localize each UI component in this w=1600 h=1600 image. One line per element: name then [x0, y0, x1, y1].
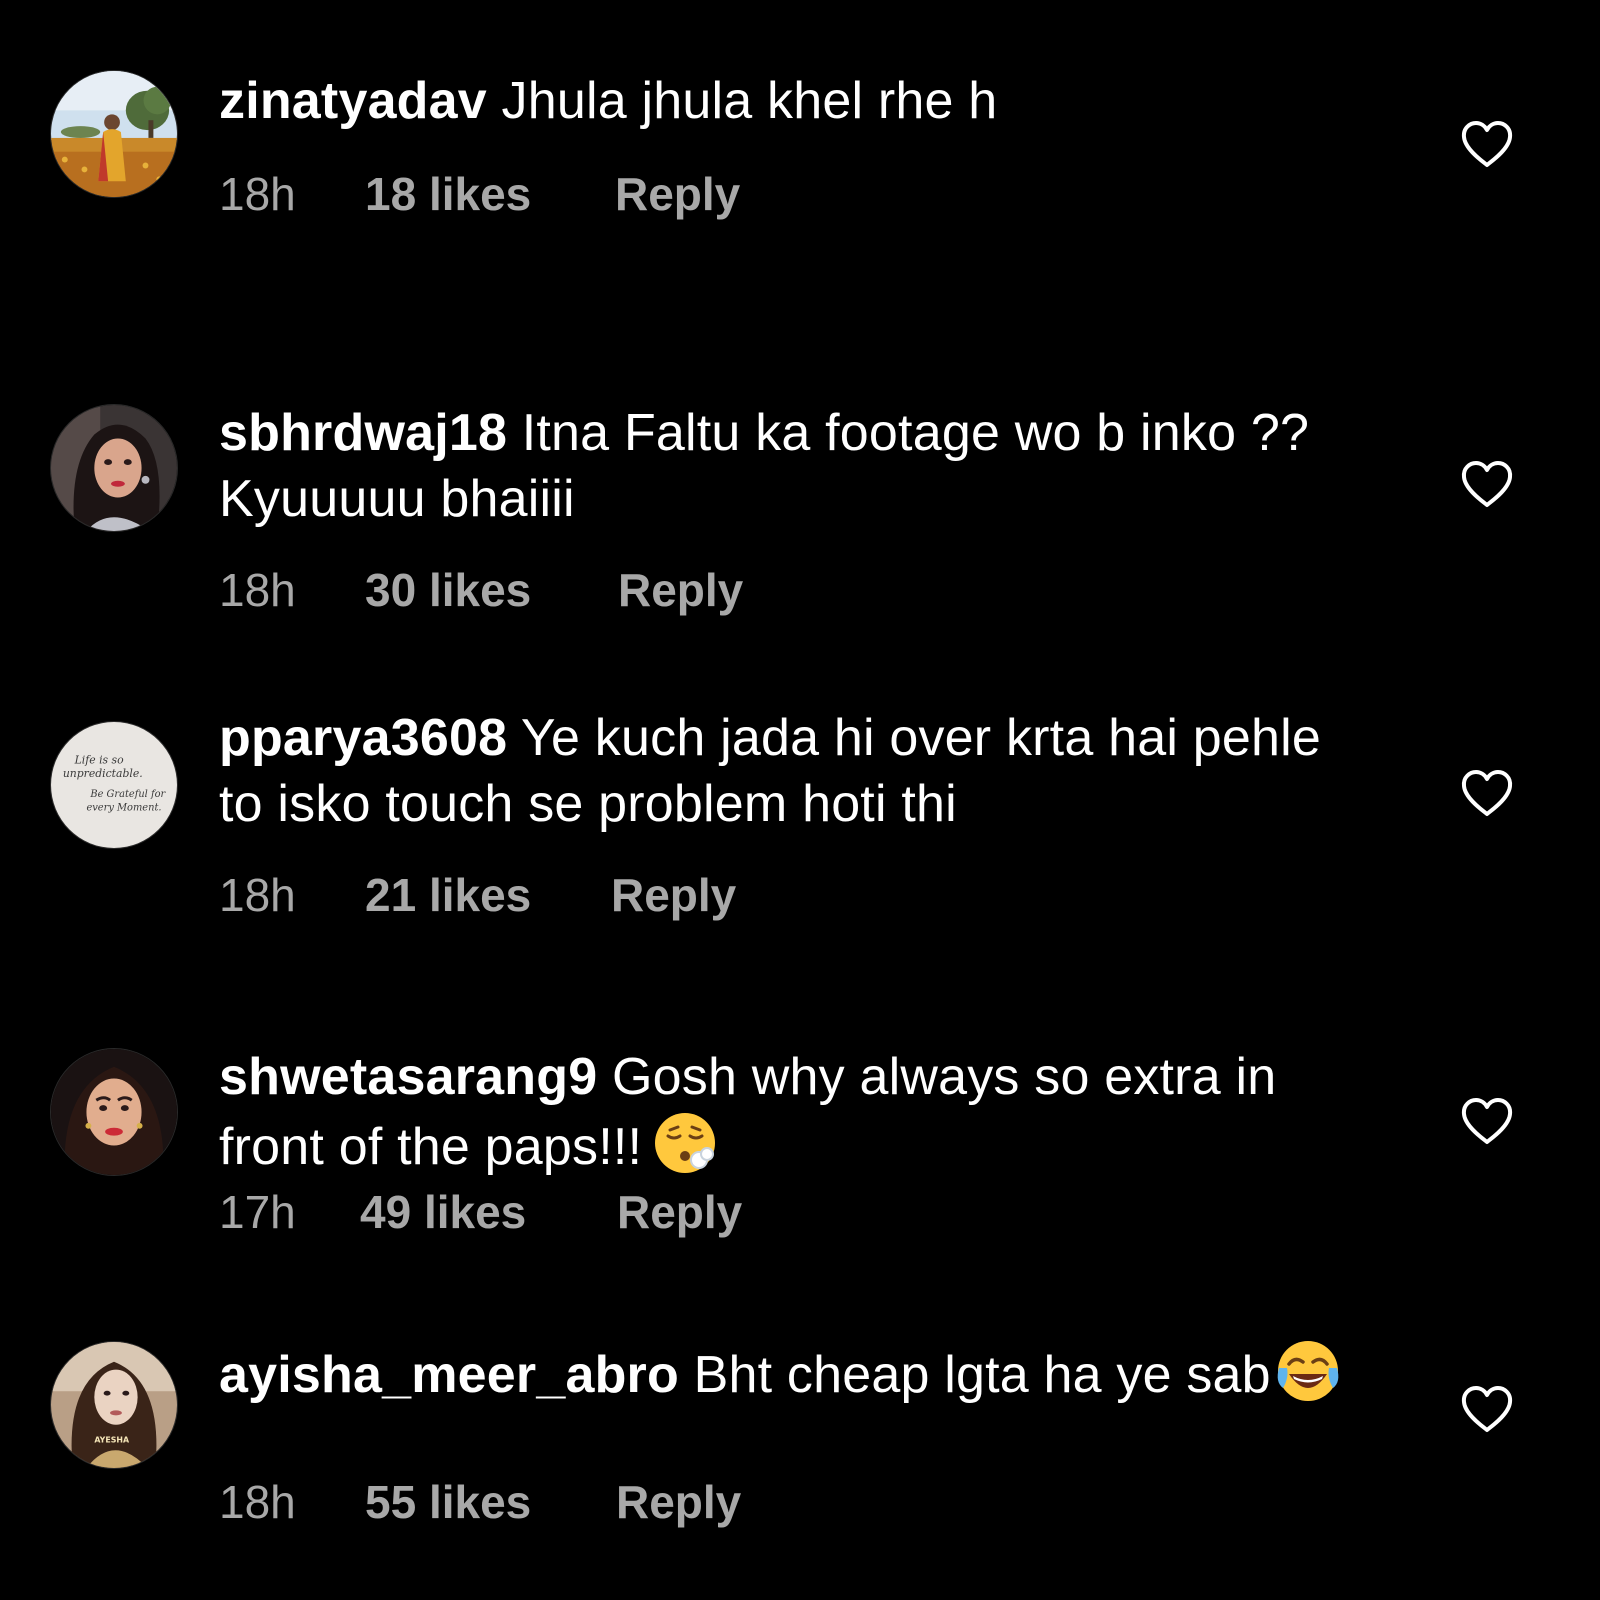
avatar[interactable]: Life is so unpredictable. Be Grateful fo… [50, 721, 178, 849]
reply-button[interactable]: Reply [617, 1184, 742, 1240]
avatar-quote-line: Be Grateful for [89, 789, 166, 800]
comment-likes-count[interactable]: 21 likes [365, 867, 611, 923]
avatar-quote-line: unpredictable. [63, 767, 143, 780]
comment-meta: 17h 49 likes Reply [219, 1184, 742, 1240]
comment-likes-count[interactable]: 30 likes [365, 562, 618, 618]
avatar[interactable] [50, 70, 178, 198]
comment-meta: 18h 21 likes Reply [219, 867, 736, 923]
avatar-quote-line: every Moment. [86, 803, 161, 814]
reply-button[interactable]: Reply [618, 562, 743, 618]
avatar-portrait-photo [51, 1049, 177, 1175]
heart-outline-icon[interactable] [1461, 769, 1513, 817]
reply-button[interactable]: Reply [611, 867, 736, 923]
face-with-tears-of-joy-emoji [1275, 1338, 1341, 1404]
comment-body: pparya3608 Ye kuch jada hi over krta hai… [219, 705, 1369, 837]
comment-username[interactable]: zinatyadav [219, 72, 487, 130]
reply-button[interactable]: Reply [616, 1474, 741, 1530]
comment-likes-count[interactable]: 55 likes [365, 1474, 616, 1530]
comment-username[interactable]: pparya3608 [219, 709, 507, 767]
comment-likes-count[interactable]: 49 likes [360, 1184, 617, 1240]
avatar-portrait-photo: AYESHA [51, 1342, 177, 1468]
avatar-portrait-photo [51, 405, 177, 531]
comment-text: Bht cheap lgta ha ye sab [693, 1346, 1271, 1404]
comment-likes-count[interactable]: 18 likes [365, 166, 615, 222]
avatar[interactable]: AYESHA [50, 1341, 178, 1469]
comment-timestamp: 18h [219, 1476, 296, 1528]
comment-timestamp: 17h [219, 1186, 296, 1238]
comment-timestamp: 18h [219, 869, 296, 921]
heart-outline-icon[interactable] [1461, 1097, 1513, 1145]
comment-body: sbhrdwaj18 Itna Faltu ka footage wo b in… [219, 400, 1369, 532]
heart-outline-icon[interactable] [1461, 1385, 1513, 1433]
avatar-flower-field-photo [51, 71, 177, 197]
comment-meta: 18h 55 likes Reply [219, 1474, 741, 1530]
comment-username[interactable]: ayisha_meer_abro [219, 1346, 679, 1404]
heart-outline-icon[interactable] [1461, 120, 1513, 168]
avatar[interactable] [50, 1048, 178, 1176]
face-exhaling-emoji [652, 1110, 718, 1176]
comment-body: shwetasarang9 Gosh why always so extra i… [219, 1044, 1369, 1180]
comment-username[interactable]: shwetasarang9 [219, 1048, 597, 1106]
avatar-quote-line: Life is so [74, 753, 124, 766]
comment-timestamp: 18h [219, 168, 296, 220]
comment-meta: 18h 18 likes Reply [219, 166, 740, 222]
avatar-label: AYESHA [94, 1435, 130, 1444]
comment-text: Jhula jhula khel rhe h [501, 72, 998, 130]
comment-body: ayisha_meer_abro Bht cheap lgta ha ye sa… [219, 1338, 1369, 1408]
comment-body: zinatyadav Jhula jhula khel rhe h [219, 68, 1369, 134]
comment-username[interactable]: sbhrdwaj18 [219, 404, 507, 462]
comment-meta: 18h 30 likes Reply [219, 562, 743, 618]
reply-button[interactable]: Reply [615, 166, 740, 222]
heart-outline-icon[interactable] [1461, 460, 1513, 508]
avatar[interactable] [50, 404, 178, 532]
comment-timestamp: 18h [219, 564, 296, 616]
avatar-quote-card: Life is so unpredictable. Be Grateful fo… [51, 722, 177, 848]
